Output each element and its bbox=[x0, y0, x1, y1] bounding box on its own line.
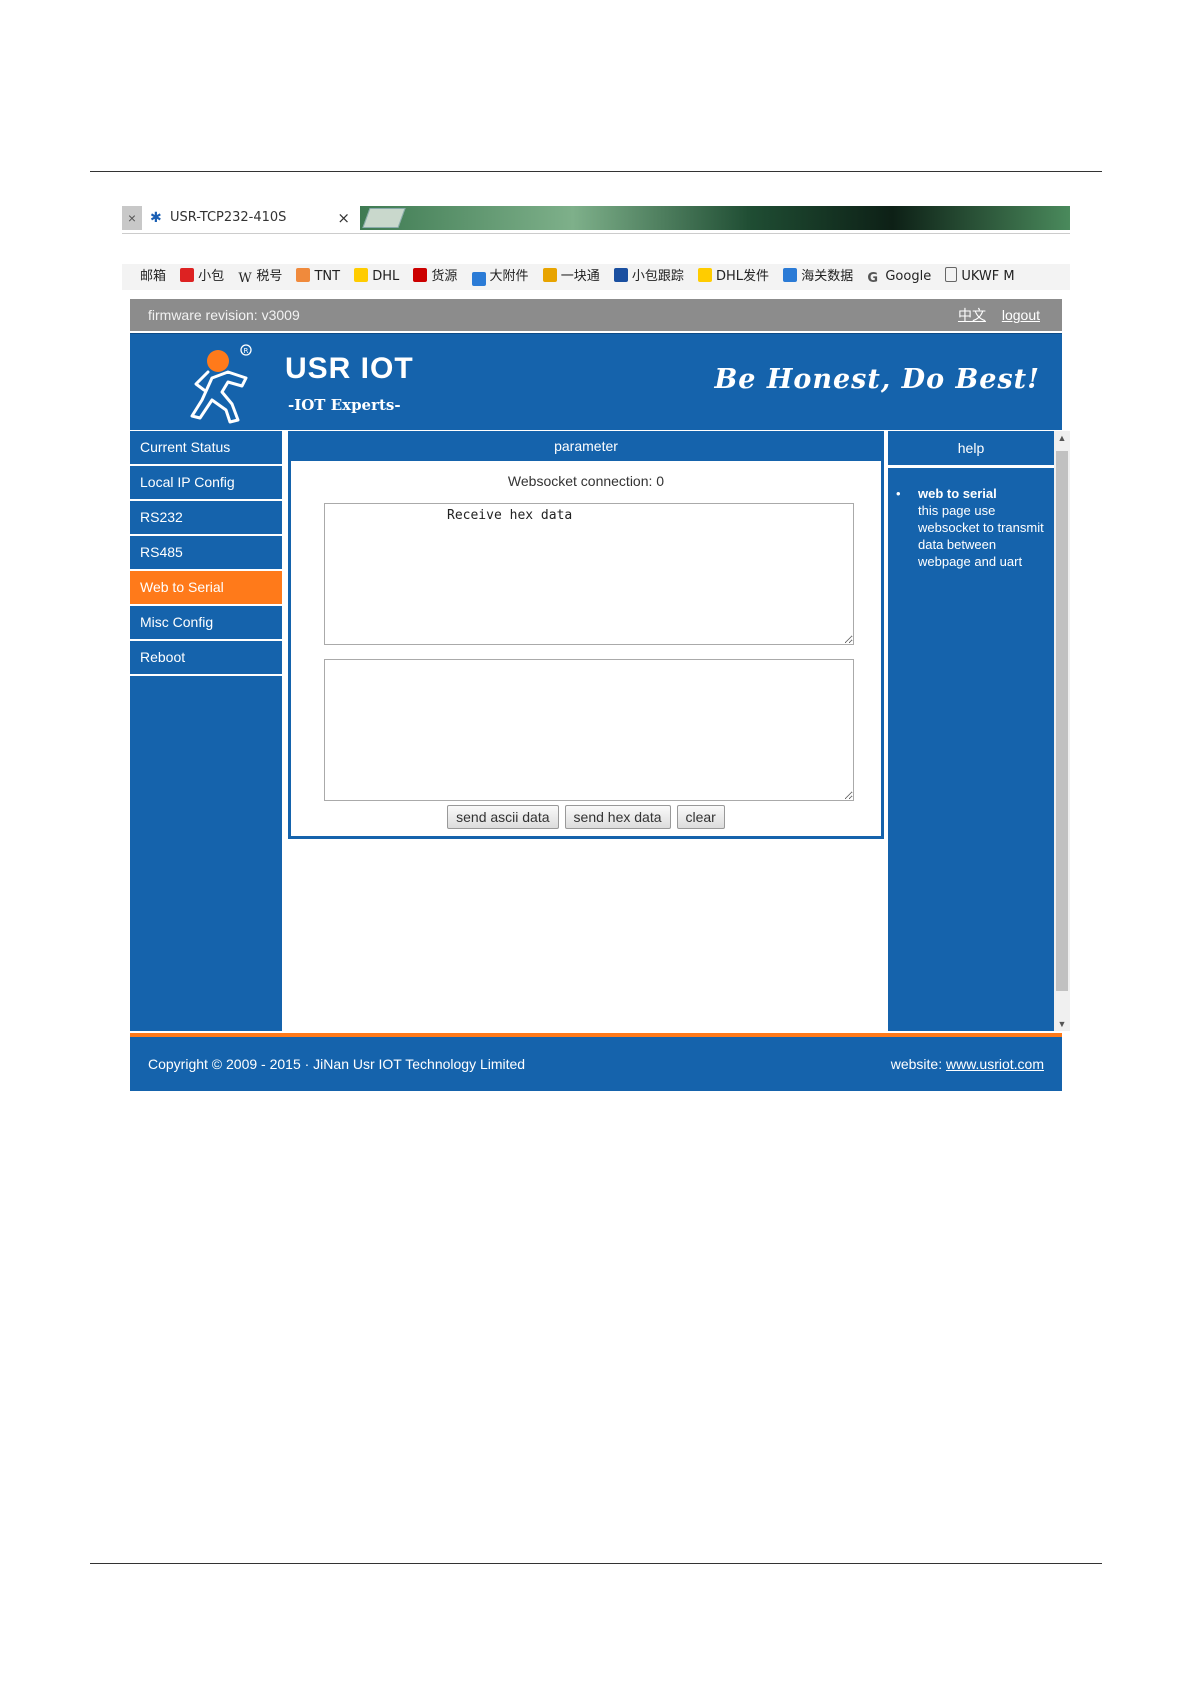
logout-link[interactable]: logout bbox=[1002, 307, 1040, 323]
sidebar-item-current-status[interactable]: Current Status bbox=[130, 431, 282, 466]
bookmark-item[interactable]: TNT bbox=[296, 264, 340, 290]
page-top-rule bbox=[90, 171, 1102, 172]
bookmark-label: 海关数据 bbox=[801, 269, 854, 284]
bookmark-icon bbox=[413, 268, 428, 282]
bookmark-label: 一块通 bbox=[560, 269, 600, 284]
clear-button[interactable]: clear bbox=[676, 805, 725, 829]
tab-strip bbox=[360, 206, 1070, 230]
bookmark-item[interactable]: G Google bbox=[867, 264, 931, 290]
site-header: R USR IOT -IOT Experts- Be Honest, Do Be… bbox=[130, 333, 1062, 430]
device-web-ui: firmware revision: v3009 中文 logout R USR… bbox=[122, 299, 1070, 1093]
bookmark-item[interactable]: ⬆ 大附件 bbox=[471, 264, 529, 290]
bookmark-label: 税号 bbox=[256, 269, 283, 284]
bookmark-label: Google bbox=[885, 269, 932, 284]
upload-arrow-icon: ⬆ bbox=[471, 272, 486, 286]
bookmark-label: 货源 bbox=[431, 269, 458, 284]
bookmark-label: UKWF M bbox=[961, 269, 1015, 284]
bookmark-icon bbox=[613, 268, 628, 282]
send-hex-button[interactable]: send hex data bbox=[564, 805, 671, 829]
sidebar-item-local-ip-config[interactable]: Local IP Config bbox=[130, 466, 282, 501]
tabbar-divider bbox=[122, 233, 1070, 234]
firmware-revision: firmware revision: v3009 bbox=[148, 307, 300, 323]
page-icon bbox=[945, 267, 958, 282]
bookmark-label: 小包 bbox=[198, 269, 225, 284]
bookmark-icon bbox=[783, 268, 798, 282]
bookmark-item[interactable]: 海关数据 bbox=[783, 264, 853, 290]
bookmark-item[interactable]: 小包 bbox=[180, 264, 224, 290]
bookmark-item[interactable]: 一块通 bbox=[542, 264, 600, 290]
website-info: website: www.usriot.com bbox=[891, 1037, 1044, 1091]
bookmarks-bar: 邮箱 小包 W 税号 TNT DHL 货源 ⬆ 大附件 一块通 小包跟踪 DHL发件… bbox=[122, 264, 1070, 290]
help-title: web to serial bbox=[918, 486, 997, 501]
scrollbar-thumb[interactable] bbox=[1056, 451, 1068, 991]
svg-text:R: R bbox=[244, 347, 249, 355]
tab-bar: × ✱ USR-TCP232-410S × bbox=[122, 206, 1070, 234]
bookmark-label: DHL发件 bbox=[716, 269, 770, 284]
bookmark-item[interactable]: UKWF M bbox=[945, 264, 1015, 290]
firmware-bar: firmware revision: v3009 中文 logout bbox=[130, 299, 1062, 331]
help-text: this page use websocket to transmit data… bbox=[918, 503, 1044, 569]
website-link[interactable]: www.usriot.com bbox=[946, 1056, 1044, 1072]
help-panel: help • web to serial this page use webso… bbox=[888, 431, 1054, 1031]
bookmark-icon bbox=[542, 268, 557, 282]
bookmark-icon bbox=[354, 268, 369, 282]
bookmark-item[interactable]: 小包跟踪 bbox=[613, 264, 684, 290]
sidebar-item-rs485[interactable]: RS485 bbox=[130, 536, 282, 571]
new-tab-button[interactable] bbox=[362, 208, 406, 228]
slogan: Be Honest, Do Best! bbox=[714, 364, 1040, 395]
bookmark-item[interactable]: 货源 bbox=[413, 264, 457, 290]
page-scrollbar[interactable]: ▲ ▼ bbox=[1054, 431, 1070, 1031]
sidebar-nav: Current Status Local IP Config RS232 RS4… bbox=[130, 431, 282, 1031]
tab-title: USR-TCP232-410S bbox=[170, 210, 287, 225]
bookmark-item[interactable]: W 税号 bbox=[238, 264, 282, 290]
tab-close-icon[interactable]: × bbox=[337, 206, 350, 230]
send-ascii-button[interactable]: send ascii data bbox=[447, 805, 559, 829]
receive-data-textarea[interactable]: Receive hex data bbox=[324, 503, 854, 645]
action-buttons: send ascii data send hex data clear bbox=[291, 805, 881, 829]
bookmark-label: 邮箱 bbox=[140, 269, 167, 284]
sidebar-item-misc-config[interactable]: Misc Config bbox=[130, 606, 282, 641]
bookmark-label: 小包跟踪 bbox=[631, 269, 684, 284]
page-bottom-rule bbox=[90, 1563, 1102, 1564]
brand-name: USR IOT bbox=[285, 352, 414, 385]
copyright: Copyright © 2009 - 2015 · JiNan Usr IOT … bbox=[148, 1056, 526, 1072]
top-links: 中文 logout bbox=[946, 299, 1040, 331]
scroll-down-icon[interactable]: ▼ bbox=[1054, 1019, 1070, 1029]
google-icon: G bbox=[867, 271, 879, 286]
bullet-icon: • bbox=[896, 486, 901, 501]
bookmark-label: TNT bbox=[314, 269, 341, 284]
language-link[interactable]: 中文 bbox=[958, 307, 986, 323]
close-icon[interactable]: × bbox=[122, 206, 142, 230]
bookmark-icon bbox=[180, 268, 195, 282]
bookmark-label: DHL bbox=[372, 269, 400, 284]
browser-chrome: × ✱ USR-TCP232-410S × 邮箱 小包 W 税号 TNT DHL … bbox=[122, 206, 1070, 290]
parameter-heading: parameter bbox=[288, 431, 884, 461]
bookmark-item[interactable]: 邮箱 bbox=[122, 264, 166, 290]
sidebar-item-web-to-serial[interactable]: Web to Serial bbox=[130, 571, 282, 606]
parameter-box: Websocket connection: 0 Receive hex data… bbox=[288, 461, 884, 839]
runner-logo-icon: R bbox=[190, 344, 252, 424]
sidebar-item-reboot[interactable]: Reboot bbox=[130, 641, 282, 676]
websocket-status: Websocket connection: 0 bbox=[507, 473, 665, 489]
scroll-up-icon[interactable]: ▲ bbox=[1054, 433, 1070, 443]
send-data-textarea[interactable] bbox=[324, 659, 854, 801]
bookmark-item[interactable]: DHL发件 bbox=[698, 264, 769, 290]
bookmark-icon bbox=[698, 268, 713, 282]
tab-favicon-icon: ✱ bbox=[150, 210, 162, 226]
help-heading: help bbox=[888, 431, 1054, 468]
bookmark-item[interactable]: DHL bbox=[354, 264, 399, 290]
sidebar-item-rs232[interactable]: RS232 bbox=[130, 501, 282, 536]
browser-tab[interactable]: ✱ USR-TCP232-410S × bbox=[146, 206, 350, 232]
site-footer: Copyright © 2009 - 2015 · JiNan Usr IOT … bbox=[130, 1037, 1062, 1091]
wikipedia-icon: W bbox=[238, 271, 252, 286]
main-panel: parameter Websocket connection: 0 Receiv… bbox=[284, 431, 884, 1031]
bookmark-icon bbox=[122, 268, 136, 282]
bookmark-label: 大附件 bbox=[489, 269, 529, 284]
brand-tagline: -IOT Experts- bbox=[288, 396, 401, 414]
website-label: website: bbox=[890, 1056, 943, 1072]
bookmark-icon bbox=[296, 268, 311, 282]
